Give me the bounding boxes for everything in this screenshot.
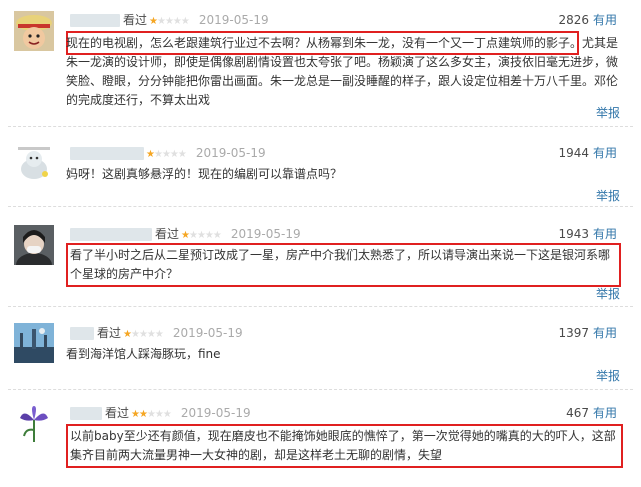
star-icon: ★ xyxy=(161,149,171,160)
username-redacted[interactable] xyxy=(70,14,120,27)
useful-button[interactable]: 有用 xyxy=(593,227,617,241)
review-content: 看了半小时之后从二星预订改成了一星，房产中介我们太熟悉了，所以请导演出来说一下这… xyxy=(70,248,611,281)
avatar[interactable] xyxy=(14,323,54,363)
star-icon: ★ xyxy=(131,409,140,420)
divider xyxy=(8,206,633,207)
star-icon: ★ xyxy=(164,16,174,27)
vote-area: 1397 有用 xyxy=(558,325,617,341)
star-icon: ★ xyxy=(154,329,164,340)
watched-label: 看过 xyxy=(123,13,148,27)
star-icon: ★ xyxy=(180,16,190,27)
useful-button[interactable]: 有用 xyxy=(593,326,617,340)
review-content: 看到海洋馆人踩海豚玩，fine xyxy=(66,347,221,361)
username-redacted[interactable] xyxy=(70,228,152,241)
star-icon: ★ xyxy=(169,149,179,160)
star-icon: ★ xyxy=(149,16,158,27)
review-meta: 看过 ★★★★★ 2019-05-19 xyxy=(70,12,269,28)
star-icon: ★ xyxy=(123,329,132,340)
review-date: 2019-05-19 xyxy=(180,406,251,420)
star-icon: ★ xyxy=(138,409,148,420)
vote-count: 467 xyxy=(566,406,589,420)
star-icon: ★ xyxy=(130,329,140,340)
report-link[interactable]: 举报 xyxy=(596,285,620,302)
review-meta: ★★★★★ 2019-05-19 xyxy=(70,145,266,161)
star-icon: ★ xyxy=(204,230,214,241)
username-redacted[interactable] xyxy=(70,327,94,340)
star-icon: ★ xyxy=(154,409,164,420)
report-link[interactable]: 举报 xyxy=(596,367,620,384)
star-icon: ★ xyxy=(146,409,156,420)
watched-label: 看过 xyxy=(105,406,130,420)
avatar[interactable] xyxy=(14,404,54,444)
report-link[interactable]: 举报 xyxy=(596,104,620,121)
vote-count: 1944 xyxy=(558,146,589,160)
divider xyxy=(8,306,633,307)
review-meta: 看过 ★★★★★ 2019-05-19 xyxy=(70,325,243,341)
star-icon: ★ xyxy=(156,16,166,27)
username-redacted[interactable] xyxy=(70,407,102,420)
review-date: 2019-05-19 xyxy=(198,13,269,27)
vote-count: 2826 xyxy=(558,13,589,27)
star-icon: ★ xyxy=(188,230,198,241)
useful-button[interactable]: 有用 xyxy=(593,406,617,420)
review-content: 妈呀！这剧真够悬浮的！现在的编剧可以靠谱点吗？ xyxy=(66,167,343,181)
avatar-image xyxy=(14,143,54,183)
vote-area: 1943 有用 xyxy=(558,226,617,242)
divider xyxy=(8,389,633,390)
star-icon: ★ xyxy=(177,149,187,160)
avatar-image xyxy=(14,323,54,363)
vote-area: 1944 有用 xyxy=(558,145,617,161)
star-icon: ★ xyxy=(146,149,155,160)
star-icon: ★ xyxy=(162,409,172,420)
review-date: 2019-05-19 xyxy=(195,146,266,160)
star-icon: ★ xyxy=(212,230,222,241)
watched-label: 看过 xyxy=(97,326,122,340)
rating-stars: ★★★★★ xyxy=(131,409,172,420)
username-redacted[interactable] xyxy=(70,147,144,160)
star-icon: ★ xyxy=(181,230,190,241)
review-content: 现在的电视剧，怎么老跟建筑行业过不去啊？从杨幂到朱一龙，没有一个又一丁点建筑师的… xyxy=(66,36,619,107)
watched-label: 看过 xyxy=(155,227,180,241)
vote-count: 1397 xyxy=(558,326,589,340)
vote-area: 467 有用 xyxy=(566,405,617,421)
rating-stars: ★★★★★ xyxy=(123,329,164,340)
star-icon: ★ xyxy=(138,329,148,340)
vote-area: 2826 有用 xyxy=(558,12,617,28)
review-date: 2019-05-19 xyxy=(172,326,243,340)
rating-stars: ★★★★★ xyxy=(181,230,222,241)
star-icon: ★ xyxy=(172,16,182,27)
star-icon: ★ xyxy=(146,329,156,340)
useful-button[interactable]: 有用 xyxy=(593,13,617,27)
review-date: 2019-05-19 xyxy=(230,227,301,241)
rating-stars: ★★★★★ xyxy=(149,16,190,27)
vote-count: 1943 xyxy=(558,227,589,241)
useful-button[interactable]: 有用 xyxy=(593,146,617,160)
divider xyxy=(8,126,633,127)
avatar-image xyxy=(14,404,54,444)
avatar-image xyxy=(14,11,54,51)
review-meta: 看过 ★★★★★ 2019-05-19 xyxy=(70,226,301,242)
rating-stars: ★★★★★ xyxy=(146,149,187,160)
review-content: 以前baby至少还有颜值，现在磨皮也不能掩饰她眼底的憔悴了，第一次觉得她的嘴真的… xyxy=(70,429,616,462)
star-icon: ★ xyxy=(196,230,206,241)
star-icon: ★ xyxy=(153,149,163,160)
avatar[interactable] xyxy=(14,225,54,265)
avatar[interactable] xyxy=(14,11,54,51)
avatar[interactable] xyxy=(14,143,54,183)
report-link[interactable]: 举报 xyxy=(596,187,620,204)
avatar-image xyxy=(14,225,54,265)
review-meta: 看过 ★★★★★ 2019-05-19 xyxy=(70,405,251,421)
